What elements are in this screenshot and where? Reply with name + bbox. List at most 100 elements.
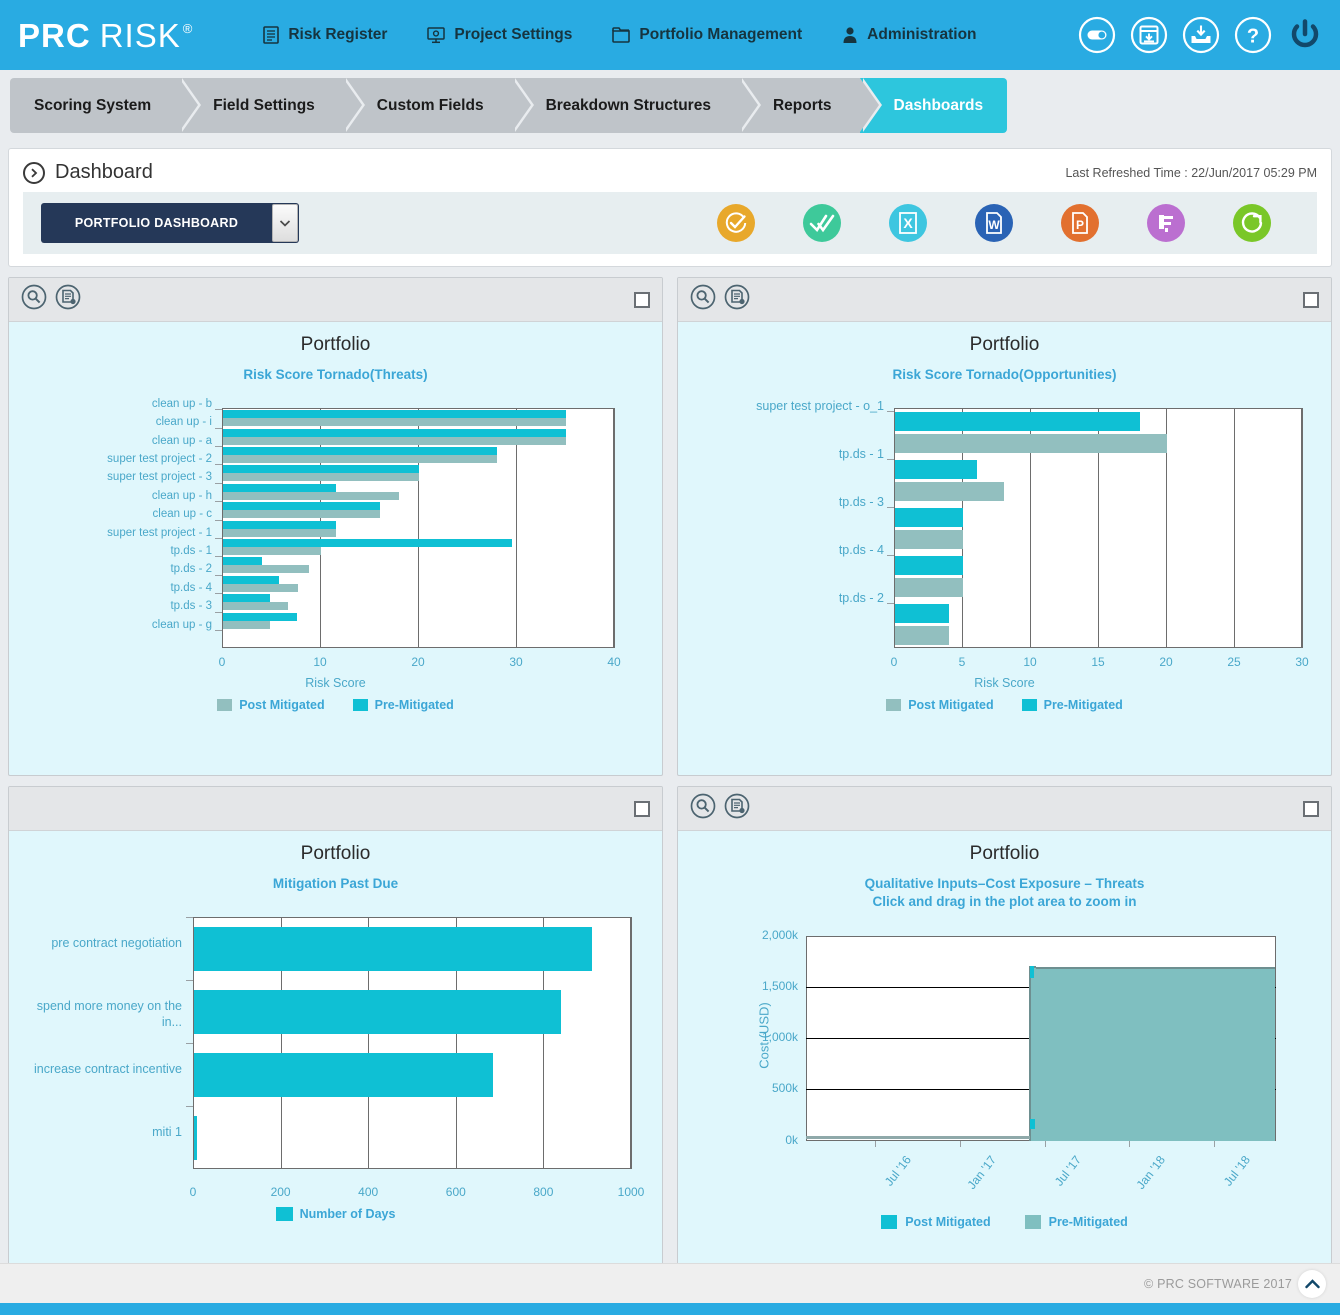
legend-swatch bbox=[275, 1207, 293, 1222]
bar[interactable] bbox=[223, 575, 279, 584]
refresh-icon[interactable] bbox=[1233, 204, 1271, 242]
bar[interactable] bbox=[223, 520, 336, 529]
widget-select-checkbox[interactable] bbox=[634, 800, 650, 817]
word-export-icon[interactable]: W bbox=[975, 204, 1013, 242]
bar[interactable] bbox=[194, 926, 592, 971]
tornado-opportunities-chart[interactable]: super test project - o_1 tp.ds - 1 tp.ds -… bbox=[684, 398, 1325, 763]
double-check-icon[interactable] bbox=[803, 204, 841, 242]
calendar-window-icon[interactable] bbox=[1130, 16, 1168, 54]
bar[interactable] bbox=[223, 539, 513, 548]
legend-item[interactable]: Number of Days bbox=[275, 1207, 395, 1222]
nav-project-settings[interactable]: Project Settings bbox=[407, 26, 592, 44]
bar[interactable] bbox=[223, 455, 498, 464]
area-series-step[interactable] bbox=[1028, 966, 1036, 1141]
bar[interactable] bbox=[223, 491, 400, 500]
bar[interactable] bbox=[194, 989, 562, 1034]
bar[interactable] bbox=[223, 620, 271, 629]
bar[interactable] bbox=[194, 1115, 197, 1160]
bar[interactable] bbox=[223, 447, 498, 456]
legend-item[interactable]: Pre-Mitigated bbox=[1024, 1214, 1128, 1229]
legend-swatch bbox=[886, 699, 902, 712]
chart-title: Portfolio bbox=[969, 334, 1040, 355]
bar[interactable] bbox=[194, 1052, 493, 1097]
bar[interactable] bbox=[223, 565, 310, 574]
inbox-download-icon[interactable] bbox=[1182, 16, 1220, 54]
print-report-icon[interactable] bbox=[724, 793, 750, 824]
bar[interactable] bbox=[895, 460, 977, 480]
axis-tick bbox=[215, 611, 222, 613]
print-report-icon[interactable] bbox=[55, 284, 81, 315]
nav-administration[interactable]: Administration bbox=[822, 26, 996, 44]
zoom-icon[interactable] bbox=[690, 284, 716, 315]
area-series-post-mitigated-base[interactable] bbox=[1029, 1118, 1035, 1129]
dashboard-select-value: PORTFOLIO DASHBOARD bbox=[74, 216, 239, 230]
bar[interactable] bbox=[223, 510, 380, 519]
header-actions: ? bbox=[1078, 0, 1324, 70]
legend-item[interactable]: Post Mitigated bbox=[881, 1214, 991, 1229]
bar[interactable] bbox=[223, 418, 566, 427]
bar[interactable] bbox=[895, 530, 963, 550]
bar[interactable] bbox=[895, 578, 963, 598]
tornado-threats-chart[interactable]: clean up - b clean up - i clean up - a supe… bbox=[15, 398, 656, 763]
mitigation-past-due-chart[interactable]: pre contract negotiation spend more money… bbox=[15, 907, 656, 1262]
approve-check-icon[interactable] bbox=[717, 204, 755, 242]
bar[interactable] bbox=[223, 547, 321, 556]
legend-item[interactable]: Pre-Mitigated bbox=[1021, 698, 1123, 712]
legend-swatch bbox=[1024, 1214, 1041, 1229]
bar[interactable] bbox=[895, 482, 1004, 502]
bar[interactable] bbox=[223, 465, 419, 474]
bar[interactable] bbox=[895, 412, 1140, 432]
area-series-pre-mitigated[interactable] bbox=[1033, 967, 1275, 1141]
widget-select-checkbox[interactable] bbox=[1303, 800, 1319, 817]
tab-custom-fields[interactable]: Custom Fields bbox=[342, 78, 534, 133]
bar[interactable] bbox=[223, 473, 419, 482]
dashboard-select[interactable]: PORTFOLIO DASHBOARD bbox=[41, 203, 299, 243]
bar[interactable] bbox=[223, 436, 566, 445]
bar[interactable] bbox=[895, 434, 1167, 454]
power-icon[interactable] bbox=[1286, 16, 1324, 54]
ms-project-export-icon[interactable] bbox=[1147, 204, 1185, 242]
tab-scoring-system[interactable]: Scoring System bbox=[10, 78, 202, 133]
area-series-post-mitigated[interactable] bbox=[1029, 966, 1034, 979]
chevron-down-icon[interactable] bbox=[272, 204, 298, 242]
bar[interactable] bbox=[223, 410, 566, 419]
tab-breakdown-structures[interactable]: Breakdown Structures bbox=[511, 78, 762, 133]
chevron-up-icon[interactable] bbox=[1298, 1269, 1326, 1298]
expand-icon[interactable] bbox=[23, 161, 45, 184]
tab-dashboards[interactable]: Dashboards bbox=[859, 78, 1008, 133]
tab-field-settings[interactable]: Field Settings bbox=[179, 78, 365, 133]
nav-risk-register[interactable]: Risk Register bbox=[243, 26, 407, 44]
widget-select-checkbox[interactable] bbox=[1303, 291, 1319, 308]
widget-select-checkbox[interactable] bbox=[634, 291, 650, 308]
zoom-icon[interactable] bbox=[21, 284, 47, 315]
gridline bbox=[614, 408, 615, 649]
app-logo[interactable]: PRC RISK ® bbox=[18, 19, 192, 52]
bar[interactable] bbox=[223, 428, 566, 437]
legend-item[interactable]: Pre-Mitigated bbox=[352, 698, 454, 712]
bar[interactable] bbox=[223, 557, 263, 566]
bar[interactable] bbox=[223, 612, 298, 621]
bar[interactable] bbox=[223, 602, 288, 611]
bar[interactable] bbox=[895, 556, 963, 576]
bar[interactable] bbox=[895, 626, 950, 646]
bar[interactable] bbox=[223, 594, 271, 603]
legend-item[interactable]: Post Mitigated bbox=[217, 698, 325, 712]
bar[interactable] bbox=[223, 583, 299, 592]
bar[interactable] bbox=[223, 483, 336, 492]
legend-item[interactable]: Post Mitigated bbox=[886, 698, 994, 712]
powerpoint-export-icon[interactable]: P bbox=[1061, 204, 1099, 242]
zoom-icon[interactable] bbox=[690, 793, 716, 824]
excel-export-icon[interactable]: X bbox=[889, 204, 927, 242]
widget-body: Portfolio Risk Score Tornado(Threats) cl… bbox=[9, 322, 662, 775]
bar[interactable] bbox=[223, 528, 336, 537]
bar[interactable] bbox=[223, 502, 380, 511]
axis-tick bbox=[215, 446, 222, 448]
gridline bbox=[1234, 408, 1235, 649]
toggle-icon[interactable] bbox=[1078, 16, 1116, 54]
cost-exposure-chart[interactable]: 0k 500k 1,000k 1,500k 2,000k Cost (USD) Jul '1… bbox=[684, 926, 1325, 1266]
bar[interactable] bbox=[895, 508, 963, 528]
help-icon[interactable]: ? bbox=[1234, 16, 1272, 54]
print-report-icon[interactable] bbox=[724, 284, 750, 315]
bar[interactable] bbox=[895, 604, 950, 624]
nav-portfolio-management[interactable]: Portfolio Management bbox=[592, 26, 822, 44]
